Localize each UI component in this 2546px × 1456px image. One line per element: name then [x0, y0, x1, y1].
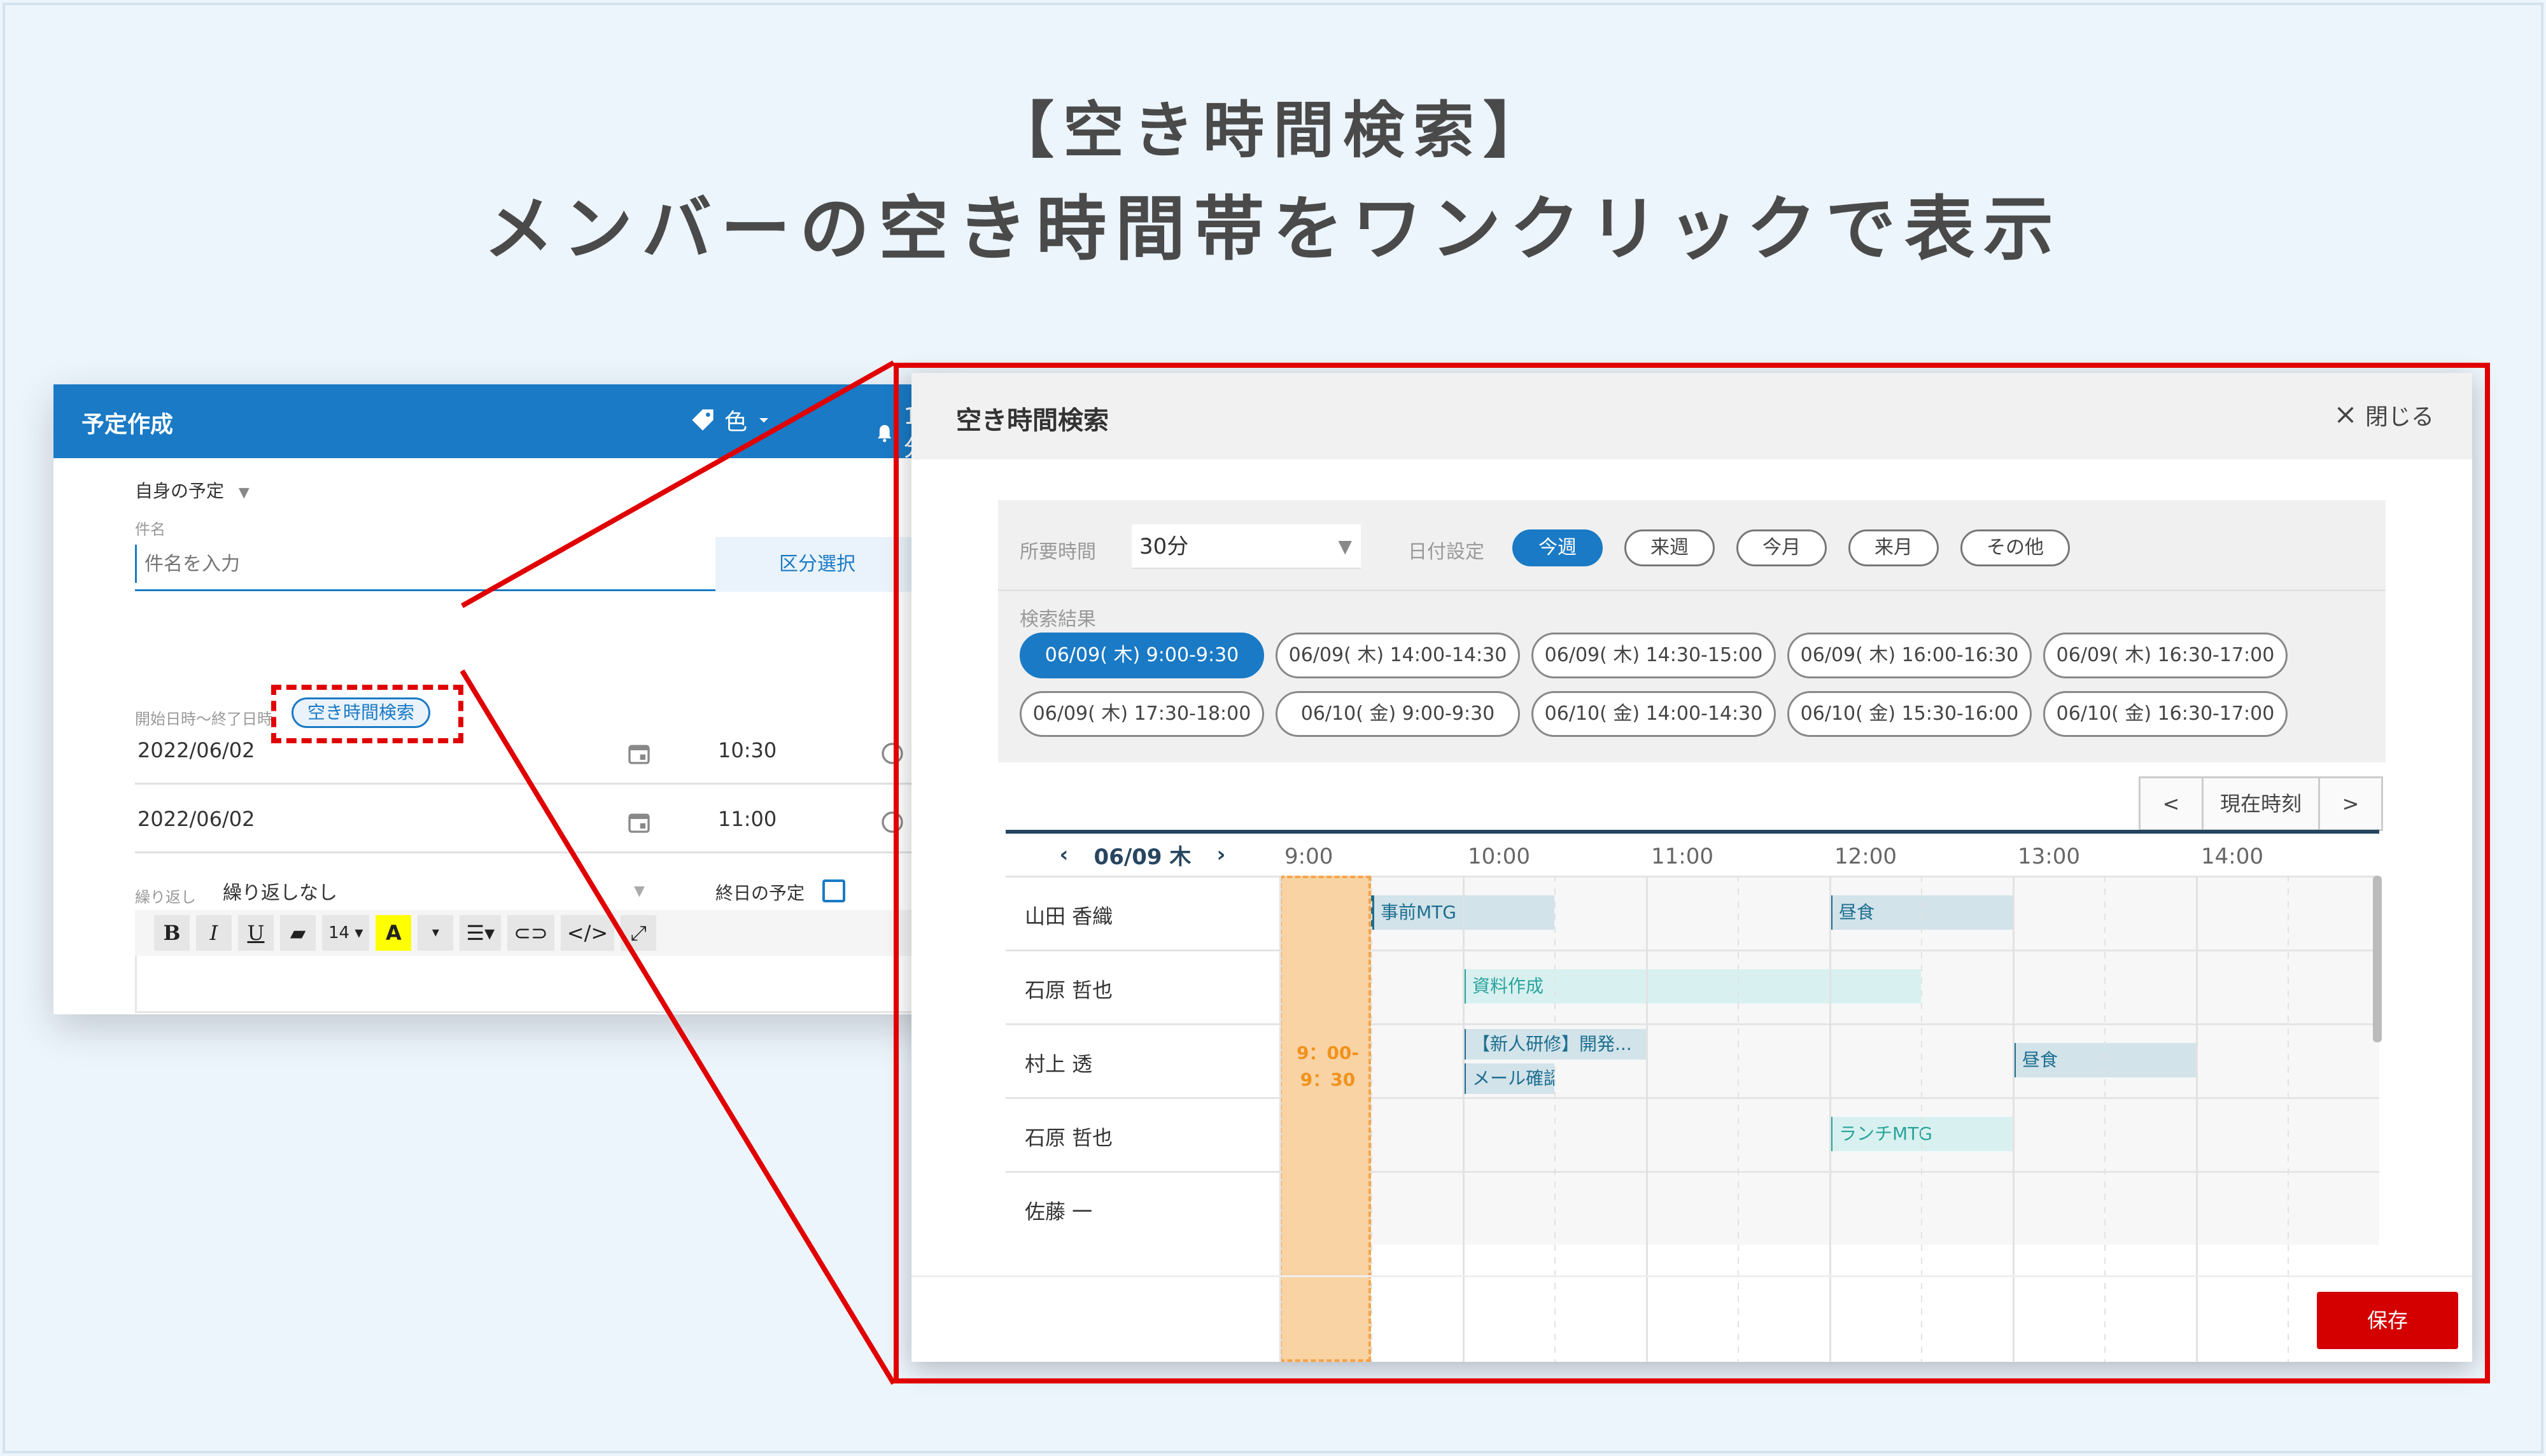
link-icon[interactable]: ⊂⊃	[507, 915, 554, 951]
start-date-underline	[135, 783, 715, 785]
code-icon[interactable]: </>	[560, 915, 615, 951]
color-selector[interactable]: 色	[690, 403, 771, 437]
end-date-underline	[135, 851, 715, 853]
end-time[interactable]: 11:00	[718, 807, 777, 831]
end-date[interactable]: 2022/06/02	[137, 807, 255, 831]
headline-line2: メンバーの空き時間帯をワンクリックで表示	[484, 188, 2062, 270]
bold-button[interactable]: B	[154, 915, 190, 951]
zoom-highlight-frame	[894, 363, 2490, 1383]
allday-label: 終日の予定	[715, 883, 805, 904]
caret-down-icon	[759, 418, 769, 423]
datetime-label: 開始日時〜終了日時	[135, 710, 272, 728]
create-event-header: 予定作成 色 15分	[53, 384, 945, 461]
caret-down-icon: ▼	[634, 883, 645, 899]
italic-button[interactable]: I	[196, 915, 232, 951]
create-event-title: 予定作成	[81, 412, 174, 438]
owner-select[interactable]: 自身の予定 ▼	[135, 477, 250, 503]
caret-down-icon[interactable]: ▾	[418, 915, 454, 951]
start-date[interactable]: 2022/06/02	[137, 738, 255, 762]
calendar-icon[interactable]	[626, 741, 652, 766]
underline-button[interactable]: U	[238, 915, 274, 951]
start-time[interactable]: 10:30	[718, 738, 777, 762]
repeat-label: 繰り返し	[135, 888, 196, 906]
fullscreen-icon[interactable]: ⤢	[621, 915, 657, 951]
allday-checkbox[interactable]	[822, 879, 845, 902]
bell-icon	[878, 424, 892, 442]
subject-input[interactable]	[135, 545, 695, 583]
calendar-icon[interactable]	[626, 809, 652, 835]
headline-line1: 【空き時間検索】	[993, 95, 1553, 166]
font-size-select[interactable]: 14 ▾	[322, 915, 370, 951]
tag-icon	[692, 409, 714, 431]
description-editor[interactable]	[135, 956, 937, 1013]
highlight-dotted-box	[271, 685, 463, 743]
headline: 【空き時間検索】 メンバーの空き時間帯をワンクリックで表示	[0, 89, 2546, 280]
subject-label: 件名	[135, 521, 165, 538]
repeat-select[interactable]: 繰り返しなし	[223, 877, 337, 905]
owner-select-value: 自身の予定	[135, 480, 225, 501]
align-icon[interactable]: ☰▾	[460, 915, 502, 951]
subject-underline	[135, 589, 715, 591]
font-size-value: 14	[328, 923, 350, 942]
category-select-button[interactable]: 区分選択	[715, 537, 919, 592]
color-label: 色	[724, 409, 748, 435]
eraser-icon[interactable]: ▰	[280, 915, 316, 951]
text-color-icon[interactable]: A	[376, 915, 412, 951]
caret-down-icon: ▼	[238, 485, 250, 501]
editor-toolbar-row: B I U ▰ 14 ▾ A ▾ ☰▾ ⊂⊃ </> ⤢	[135, 910, 937, 956]
